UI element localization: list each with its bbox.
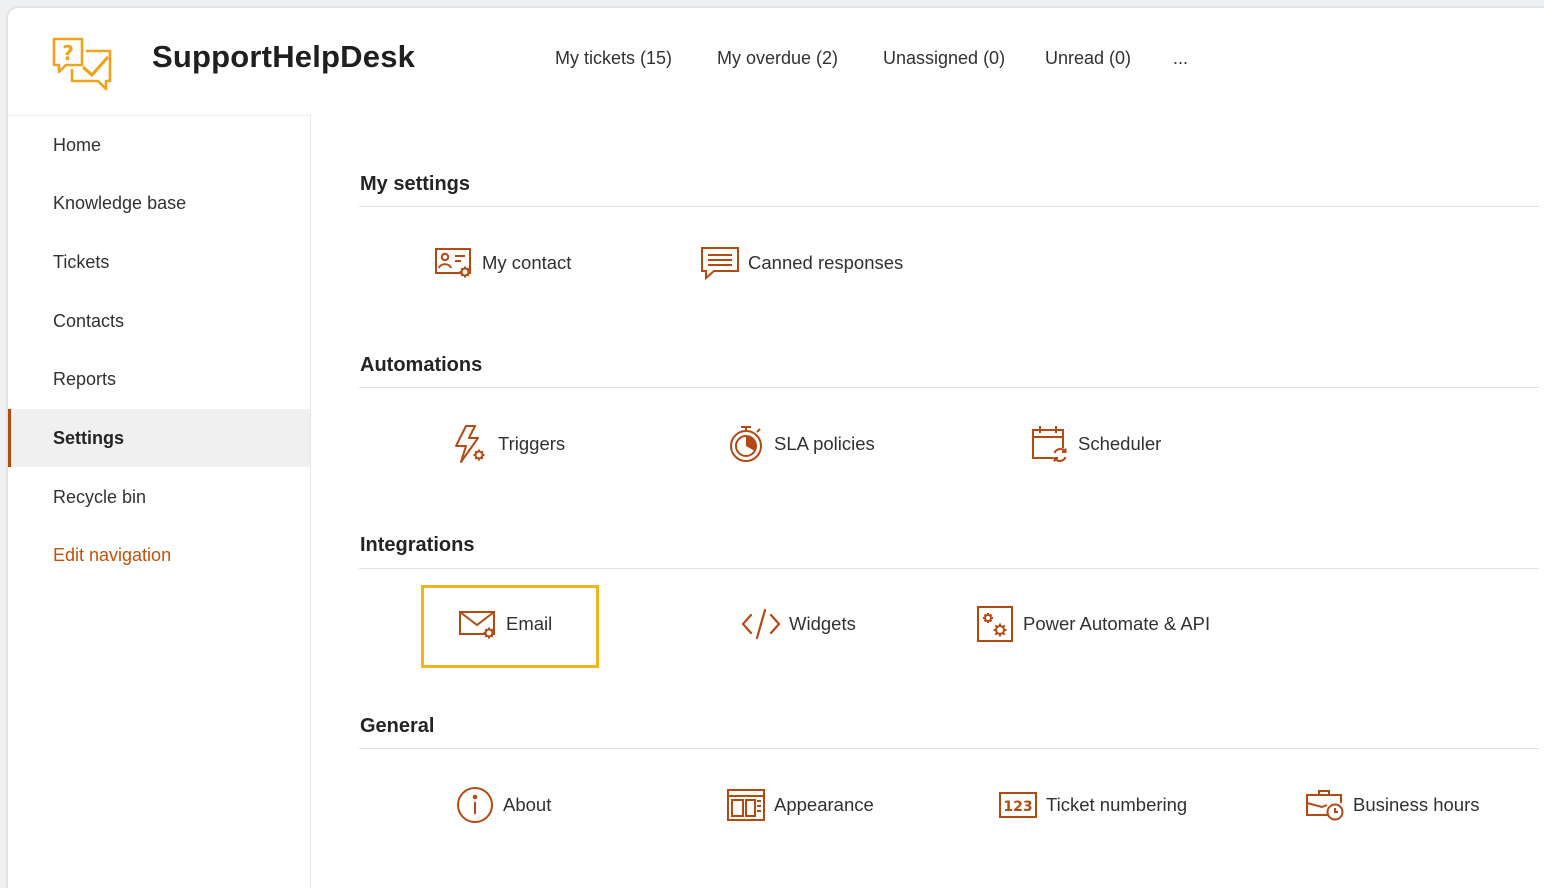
tile-label: Scheduler: [1078, 433, 1162, 454]
tile-label: Business hours: [1353, 794, 1480, 815]
tab-my-overdue[interactable]: My overdue (2): [717, 48, 838, 69]
tile-label: Power Automate & API: [1023, 613, 1211, 634]
sidebar-item-label: Recycle bin: [53, 487, 147, 507]
section-divider: [359, 568, 1539, 569]
section-title-integrations: Integrations: [360, 534, 475, 556]
tile-triggers[interactable]: Triggers: [450, 422, 565, 466]
svg-text:?: ?: [62, 41, 74, 65]
tab-unassigned[interactable]: Unassigned (0): [883, 48, 1005, 69]
layout-icon: [726, 785, 766, 825]
section-divider: [359, 387, 1539, 388]
tile-label: Ticket numbering: [1046, 794, 1188, 815]
tile-label: Widgets: [789, 613, 856, 634]
tile-canned-responses[interactable]: Canned responses: [700, 241, 903, 285]
sidebar-item-label: Knowledge base: [53, 193, 187, 213]
tile-label: Appearance: [774, 794, 874, 815]
number-box-icon: 123: [998, 785, 1038, 825]
sidebar-item-settings[interactable]: Settings: [8, 409, 310, 467]
calendar-refresh-icon: [1030, 424, 1070, 464]
sidebar-item-contacts[interactable]: Contacts: [8, 292, 310, 350]
support-helpdesk-logo-icon[interactable]: ?: [51, 36, 113, 91]
tile-email[interactable]: Email: [458, 602, 552, 646]
tile-label: About: [503, 794, 552, 815]
sidebar-item-recycle-bin[interactable]: Recycle bin: [8, 468, 310, 526]
app-window: ? SupportHelpDesk My tickets (15) My ove…: [8, 8, 1544, 888]
sidebar-item-reports[interactable]: Reports: [8, 350, 310, 408]
sidebar: Home Knowledge base Tickets Contacts Rep…: [8, 115, 311, 888]
tile-sla-policies[interactable]: SLA policies: [726, 422, 875, 466]
timer-icon: [726, 424, 766, 464]
app-title[interactable]: SupportHelpDesk: [152, 39, 415, 75]
tile-label: Triggers: [498, 433, 566, 454]
tab-my-tickets[interactable]: My tickets (15): [555, 48, 672, 69]
sidebar-item-home[interactable]: Home: [8, 116, 310, 174]
section-title-automations: Automations: [360, 354, 483, 376]
tile-label: My contact: [482, 252, 572, 273]
tile-appearance[interactable]: Appearance: [726, 783, 874, 827]
code-icon: [741, 604, 781, 644]
section-divider: [359, 206, 1539, 207]
lightning-gear-icon: [450, 424, 490, 464]
tile-about[interactable]: About: [455, 783, 551, 827]
tile-ticket-numbering[interactable]: 123 Ticket numbering: [998, 783, 1187, 827]
section-title-my-settings: My settings: [360, 173, 471, 195]
sidebar-item-label: Home: [53, 135, 102, 155]
gears-box-icon: [975, 604, 1015, 644]
envelope-gear-icon: [458, 604, 498, 644]
section-divider: [359, 748, 1539, 749]
sidebar-item-label: Settings: [53, 428, 125, 448]
app-header: ? SupportHelpDesk My tickets (15) My ove…: [8, 8, 1544, 115]
tile-business-hours[interactable]: Business hours: [1305, 783, 1479, 827]
chat-lines-icon: [700, 243, 740, 283]
tile-label: Canned responses: [748, 252, 904, 273]
sidebar-item-tickets[interactable]: Tickets: [8, 233, 310, 291]
sidebar-item-label: Contacts: [53, 311, 125, 331]
tile-label: SLA policies: [774, 433, 875, 454]
tile-my-contact[interactable]: My contact: [434, 241, 571, 285]
tab-more-ellipsis[interactable]: ...: [1173, 48, 1188, 69]
section-title-general: General: [360, 715, 435, 737]
edit-navigation-label: Edit navigation: [53, 545, 172, 565]
edit-navigation-link[interactable]: Edit navigation: [8, 526, 310, 584]
tile-label: Email: [506, 613, 553, 634]
briefcase-clock-icon: [1305, 785, 1345, 825]
svg-text:123: 123: [1003, 799, 1032, 815]
tile-scheduler[interactable]: Scheduler: [1030, 422, 1161, 466]
contact-card-gear-icon: [434, 243, 474, 283]
tile-widgets[interactable]: Widgets: [741, 602, 856, 646]
tile-power-automate-api[interactable]: Power Automate & API: [975, 602, 1210, 646]
tab-unread[interactable]: Unread (0): [1045, 48, 1131, 69]
sidebar-item-label: Reports: [53, 369, 117, 389]
sidebar-item-knowledge-base[interactable]: Knowledge base: [8, 174, 310, 232]
info-circle-icon: [455, 785, 495, 825]
sidebar-item-label: Tickets: [53, 252, 110, 272]
